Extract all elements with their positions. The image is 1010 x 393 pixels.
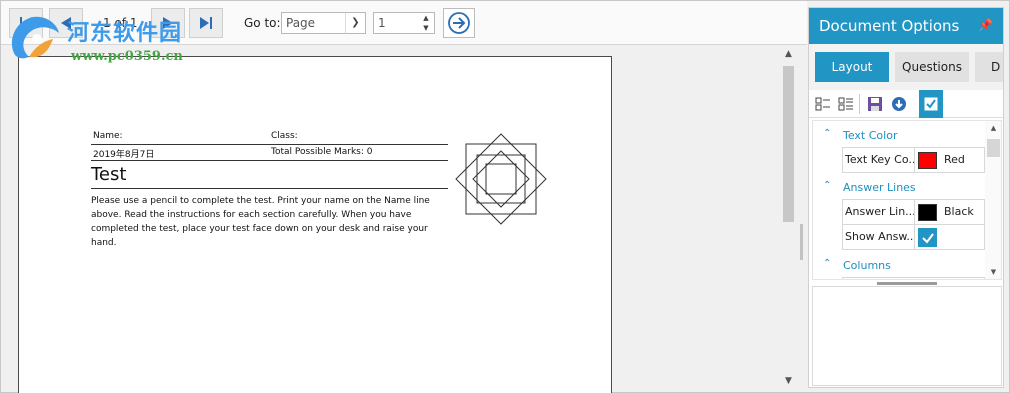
page-stepper[interactable]: ▲ ▼ [418,13,434,33]
test-date: 2019年8月7日 [93,150,155,160]
property-scrollbar[interactable]: ▲ ▼ [985,121,1001,279]
document-scrollbar[interactable]: ▲ ▼ [780,46,797,389]
tab-questions[interactable]: Questions [895,52,969,82]
tab-d[interactable]: D [975,52,1003,82]
property-name: Show Answ... [845,225,915,249]
total-marks: Total Possible Marks: 0 [271,147,373,157]
stepper-up-icon[interactable]: ▲ [418,13,434,23]
goto-type-select[interactable]: Page ❯ [281,12,366,34]
panel-splitter[interactable] [800,224,803,260]
test-instructions: Please use a pencil to complete the test… [91,196,430,248]
scrollbar-thumb[interactable] [987,139,1000,157]
save-icon [868,97,882,111]
chevron-down-icon: ❯ [345,13,365,33]
page-number-input[interactable]: 1 ▲ ▼ [373,12,435,34]
panel-title: Document Options [819,17,960,35]
property-value: Red [944,153,965,166]
goto-type-value: Page [286,16,316,30]
description-splitter[interactable] [877,282,937,285]
watermark-logo-icon [11,16,59,59]
alphabetical-list-icon [838,97,853,111]
watermark-title: 河东软件园 [67,21,183,46]
scroll-up-icon[interactable]: ▲ [985,121,1001,135]
categorized-list-icon [815,97,830,111]
checkmark-icon [921,232,934,244]
checkbox-page-icon [924,97,938,111]
section-text-color[interactable]: ⌃ Text Color [813,125,985,147]
property-name: Answer Lin... [845,200,915,224]
document-options-panel: Document Options 📌 Layout Questions D ⌃ … [808,7,1004,388]
collapse-caret-icon[interactable]: ⌃ [823,180,831,191]
scroll-up-icon[interactable]: ▲ [780,46,797,62]
property-row-partial [842,277,985,279]
stepper-down-icon[interactable]: ▼ [418,23,434,33]
document-page: Name: Class: 2019年8月7日 Total Possible Ma… [18,56,612,393]
download-button[interactable] [889,94,909,114]
section-title: Text Color [843,129,898,142]
watermark-logo: 河东软件园 www.pc0359.cn [5,11,215,71]
student-info-table: Name: Class: 2019年8月7日 Total Possible Ma… [91,129,448,161]
scrollbar-thumb[interactable] [783,66,794,222]
section-answer-lines[interactable]: ⌃ Answer Lines [813,177,985,199]
options-iconbar [809,90,1003,118]
property-row-answer-line-color[interactable]: Answer Lin... Black [842,199,985,225]
collapse-caret-icon[interactable]: ⌃ [823,258,831,269]
collapse-caret-icon[interactable]: ⌃ [823,128,831,139]
document-viewer[interactable]: Name: Class: 2019年8月7日 Total Possible Ma… [1,46,803,393]
panel-header: Document Options 📌 [809,8,1003,44]
property-row-text-key-color[interactable]: Text Key Co... Red [842,147,985,173]
alphabetical-view-button[interactable] [836,94,856,114]
pin-icon[interactable]: 📌 [978,18,993,32]
property-name: Text Key Co... [845,148,915,172]
diamond-emblem-icon [455,133,547,225]
scroll-down-icon[interactable]: ▼ [780,373,797,389]
name-class-row: Name: Class: [91,129,448,145]
property-value: Black [944,205,974,218]
section-columns[interactable]: ⌃ Columns [813,255,985,277]
download-icon [892,97,906,111]
iconbar-divider [859,94,860,114]
color-swatch[interactable] [918,152,937,169]
page-number-value: 1 [378,16,386,30]
show-answer-checkbox[interactable] [918,228,937,247]
test-title: Test [91,161,448,189]
categorized-view-button[interactable] [813,94,833,114]
class-label: Class: [271,131,298,141]
arrow-right-circle-icon [448,12,470,34]
options-tabs: Layout Questions D [809,44,1003,90]
save-button[interactable] [865,94,885,114]
name-label: Name: [93,131,123,141]
property-pages-button[interactable] [919,90,943,118]
section-title: Answer Lines [843,181,916,194]
watermark-url: www.pc0359.cn [71,49,183,64]
color-swatch[interactable] [918,204,937,221]
section-title: Columns [843,259,891,272]
scroll-down-icon[interactable]: ▼ [985,265,1001,279]
goto-label: Go to: [244,16,281,30]
date-marks-row: 2019年8月7日 Total Possible Marks: 0 [91,145,448,161]
app-window: 1 of 1 Go to: Page ❯ 1 ▲ ▼ Name: Class: … [0,0,1010,393]
tab-layout[interactable]: Layout [815,52,889,82]
property-grid: ⌃ Text Color Text Key Co... Red ⌃ Answer… [812,120,1002,280]
property-row-show-answer[interactable]: Show Answ... [842,224,985,250]
go-button[interactable] [443,8,475,38]
property-description-box [812,286,1002,386]
